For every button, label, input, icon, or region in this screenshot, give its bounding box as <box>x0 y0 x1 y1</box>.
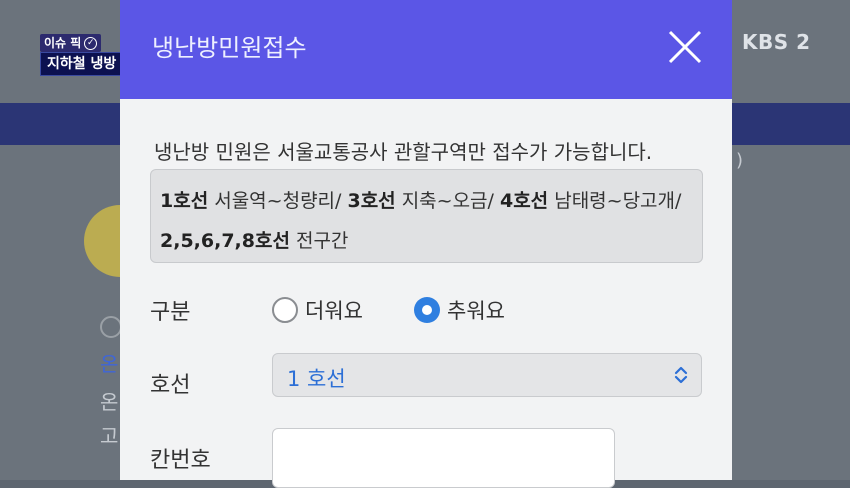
line-range: 남태령~당고개/ <box>548 190 682 212</box>
line-name: 1호선 <box>160 190 209 212</box>
background-radio <box>100 316 122 338</box>
category-label: 구분 <box>150 300 191 325</box>
line-name: 4호선 <box>499 190 549 212</box>
radio-checked-icon[interactable] <box>414 297 440 323</box>
car-number-input[interactable] <box>272 428 615 488</box>
background-text-fragment: 온 <box>100 352 119 376</box>
car-number-label: 칸번호 <box>150 448 211 473</box>
broadcast-tag: 이슈 픽 ✓ <box>40 34 102 52</box>
radio-hot-label[interactable]: 더워요 <box>305 295 363 325</box>
check-circle-icon: ✓ <box>84 37 98 50</box>
radio-hot[interactable]: 더워요 <box>272 294 363 326</box>
notice-text: 냉난방 민원은 서울교통공사 관할구역만 접수가 가능합니다. <box>154 140 653 164</box>
line-range: 서울역~청량리/ <box>208 190 348 212</box>
background-text-fragment: ) <box>736 150 744 171</box>
modal-header: 냉난방민원접수 <box>120 0 732 99</box>
background-text-fragment: 온 <box>100 390 119 414</box>
radio-cold-label[interactable]: 추워요 <box>447 295 505 325</box>
line-select-label: 호선 <box>150 373 191 398</box>
line-select-value[interactable]: 1 호선 <box>287 363 346 393</box>
radio-unchecked-icon[interactable] <box>272 297 298 323</box>
line-name: 3호선 <box>347 190 396 212</box>
complaint-modal: 냉난방민원접수 냉난방 민원은 서울교통공사 관할구역만 접수가 가능합니다. … <box>120 0 732 488</box>
background-header-band <box>732 103 850 145</box>
modal-title: 냉난방민원접수 <box>152 34 307 62</box>
chevron-up-down-icon[interactable] <box>673 365 689 385</box>
line-range: 전구간 <box>289 230 349 252</box>
broadcast-logo: KBS 2 <box>742 30 811 54</box>
close-icon[interactable] <box>666 28 704 66</box>
service-lines-row: 1호선 서울역~청량리/ 3호선 지축~오금/ 4호선 남태령~당고개/ <box>160 186 681 213</box>
service-lines-row: 2,5,6,7,8호선 전구간 <box>160 226 348 253</box>
broadcast-tag-label: 이슈 픽 <box>44 36 82 50</box>
background-header-band <box>0 103 120 145</box>
radio-cold[interactable]: 추워요 <box>414 294 505 326</box>
line-name: 2,5,6,7,8호선 <box>160 230 290 252</box>
line-range: 지축~오금/ <box>395 190 500 212</box>
background-text-fragment: 고 <box>100 424 119 448</box>
service-lines-box: 1호선 서울역~청량리/ 3호선 지축~오금/ 4호선 남태령~당고개/ 2,5… <box>150 169 703 263</box>
background-right-panel <box>732 0 850 480</box>
line-select[interactable]: 1 호선 <box>272 353 702 397</box>
